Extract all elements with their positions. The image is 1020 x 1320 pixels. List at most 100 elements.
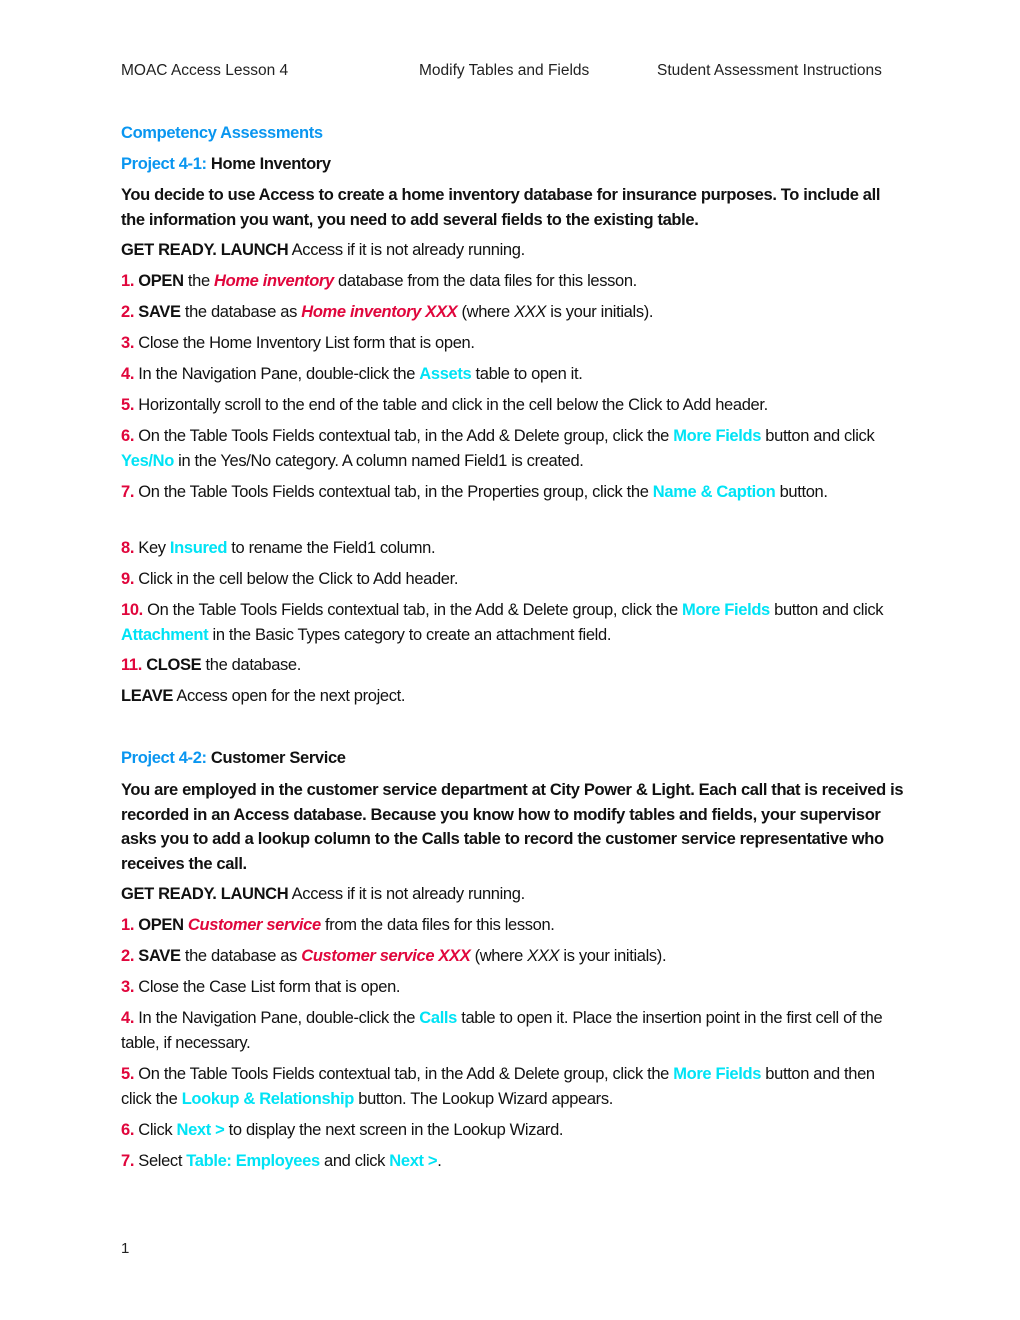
ui-term: Attachment <box>121 625 209 644</box>
step-number: 1. <box>121 916 135 934</box>
project2-intro: You are employed in the customer service… <box>121 781 904 873</box>
p1-step-2: 2. SAVE the database as Home inventory X… <box>121 300 906 325</box>
step-text: Click in the cell below the Click to Add… <box>134 570 459 588</box>
p1-step-4: 4. In the Navigation Pane, double-click … <box>121 362 906 387</box>
ui-term: Table: Employees <box>186 1152 320 1170</box>
step-text: in the Basic Types category to create an… <box>208 625 612 644</box>
step-text: Select <box>134 1152 187 1170</box>
step-number: 4. <box>121 365 135 383</box>
p2-step-6: 6. Click Next > to display the next scre… <box>121 1118 906 1143</box>
file-name: Customer service XXX <box>301 947 471 965</box>
ui-term: More Fields <box>673 1065 762 1083</box>
step-number: 1. <box>121 272 135 290</box>
p2-step-2: 2. SAVE the database as Customer service… <box>121 944 906 969</box>
p2-step-3: 3. Close the Case List form that is open… <box>121 975 906 1000</box>
project1-heading: Project 4-1: Home Inventory <box>121 152 906 177</box>
file-name: Customer service <box>187 916 321 934</box>
leave-label: LEAVE <box>121 687 174 705</box>
ui-term: Next > <box>176 1121 225 1139</box>
step-number: 5. <box>121 1065 135 1083</box>
p1-step-6: 6. On the Table Tools Fields contextual … <box>121 424 906 473</box>
step-number: 11. <box>121 656 142 674</box>
step-text: Click <box>134 1121 177 1139</box>
step-text: Close the Case List form that is open. <box>134 978 401 996</box>
step-text: Horizontally scroll to the end of the ta… <box>134 396 768 414</box>
section-title-text: Competency Assessments <box>121 124 323 142</box>
step-number: 6. <box>121 1121 135 1139</box>
project1-intro: You decide to use Access to create a hom… <box>121 186 881 229</box>
ui-term: Next > <box>389 1152 438 1170</box>
step-text: the database. <box>201 656 302 674</box>
step-number: 3. <box>121 978 135 996</box>
step-text: button. The Lookup Wizard appears. <box>354 1089 613 1108</box>
header-right: Student Assessment Instructions <box>657 62 882 79</box>
p1-step-7: 7. On the Table Tools Fields contextual … <box>121 480 906 505</box>
step-text: Key <box>134 539 170 557</box>
step-number: 4. <box>121 1009 135 1027</box>
file-name: Home inventory <box>214 272 334 290</box>
ui-term: Insured <box>169 539 228 557</box>
step-number: 6. <box>121 427 135 445</box>
section-title: Competency Assessments <box>121 121 906 146</box>
step-text-italic: XXX <box>514 303 547 321</box>
step-number: 8. <box>121 539 135 557</box>
step-text: Close the Home Inventory List form that … <box>134 334 475 352</box>
file-name: Home inventory XXX <box>301 303 458 321</box>
step-text: and click <box>319 1152 390 1170</box>
ui-term: More Fields <box>682 601 770 619</box>
step-text: In the Navigation Pane, double-click the <box>134 1009 420 1027</box>
p1-step-5: 5. Horizontally scroll to the end of the… <box>121 393 906 418</box>
p2-step-5: 5. On the Table Tools Fields contextual … <box>121 1062 906 1111</box>
p2-step-1: 1. OPEN Customer service from the data f… <box>121 913 906 938</box>
step-text: On the Table Tools Fields contextual tab… <box>134 1065 674 1083</box>
step-command: SAVE <box>134 947 181 965</box>
p1-step-9: 9. Click in the cell below the Click to … <box>121 567 906 592</box>
project2-heading: Project 4-2: Customer Service <box>121 746 906 771</box>
p1-step-11: 11. CLOSE the database. <box>121 653 906 678</box>
step-number: 2. <box>121 303 135 321</box>
step-text-italic: XXX <box>527 947 560 965</box>
step-text: On the Table Tools Fields contextual tab… <box>134 427 674 445</box>
header-center: Modify Tables and Fields <box>419 62 590 79</box>
ui-term: Calls <box>419 1009 457 1027</box>
leave-text: Access open for the next project. <box>173 687 406 705</box>
page-number: 1 <box>121 1240 130 1257</box>
ui-term: Assets <box>419 365 472 383</box>
header-left: MOAC Access Lesson 4 <box>121 62 289 79</box>
step-command: OPEN <box>134 916 184 934</box>
ui-term: More Fields <box>673 427 762 445</box>
step-number: 10. <box>121 601 143 619</box>
project1-title: Home Inventory <box>210 155 331 173</box>
step-text: to display the next screen in the Lookup… <box>224 1121 564 1139</box>
p1-step-3: 3. Close the Home Inventory List form th… <box>121 331 906 356</box>
step-number: 3. <box>121 334 135 352</box>
step-text: button and click <box>769 601 884 619</box>
step-text: from the data files for this lesson. <box>320 916 555 934</box>
step-text: In the Navigation Pane, double-click the <box>134 365 420 383</box>
step-command: CLOSE <box>141 656 202 674</box>
step-text: database from the data files for this le… <box>333 272 637 290</box>
step-number: 9. <box>121 570 135 588</box>
step-text: to rename the Field1 column. <box>227 539 436 557</box>
p2-step-4: 4. In the Navigation Pane, double-click … <box>121 1006 906 1055</box>
get-ready-text: Access if it is not already running. <box>288 885 526 903</box>
p2-step-7: 7. Select Table: Employees and click Nex… <box>121 1149 906 1174</box>
step-text: the database as <box>180 947 302 965</box>
step-text: (where <box>470 947 528 965</box>
p1-step-1: 1. OPEN the Home inventory database from… <box>121 269 906 294</box>
p1-step-10: 10. On the Table Tools Fields contextual… <box>121 598 906 647</box>
step-text: button. <box>775 483 828 501</box>
ui-term: Name & Caption <box>652 483 776 501</box>
step-text: On the Table Tools Fields contextual tab… <box>134 483 653 501</box>
project2-label: Project 4-2: <box>121 749 207 767</box>
step-number: 7. <box>121 483 135 501</box>
step-text: On the Table Tools Fields contextual tab… <box>142 601 683 619</box>
step-text: is your initials). <box>559 947 667 965</box>
step-command: SAVE <box>138 303 181 321</box>
get-ready-label: GET READY. LAUNCH <box>121 885 289 903</box>
step-text: . <box>437 1152 442 1170</box>
p1-step-8: 8. Key Insured to rename the Field1 colu… <box>121 536 906 561</box>
step-text: button and click <box>761 427 875 445</box>
step-number: 2. <box>121 947 135 965</box>
get-ready-text: Access if it is not already running. <box>288 241 526 259</box>
